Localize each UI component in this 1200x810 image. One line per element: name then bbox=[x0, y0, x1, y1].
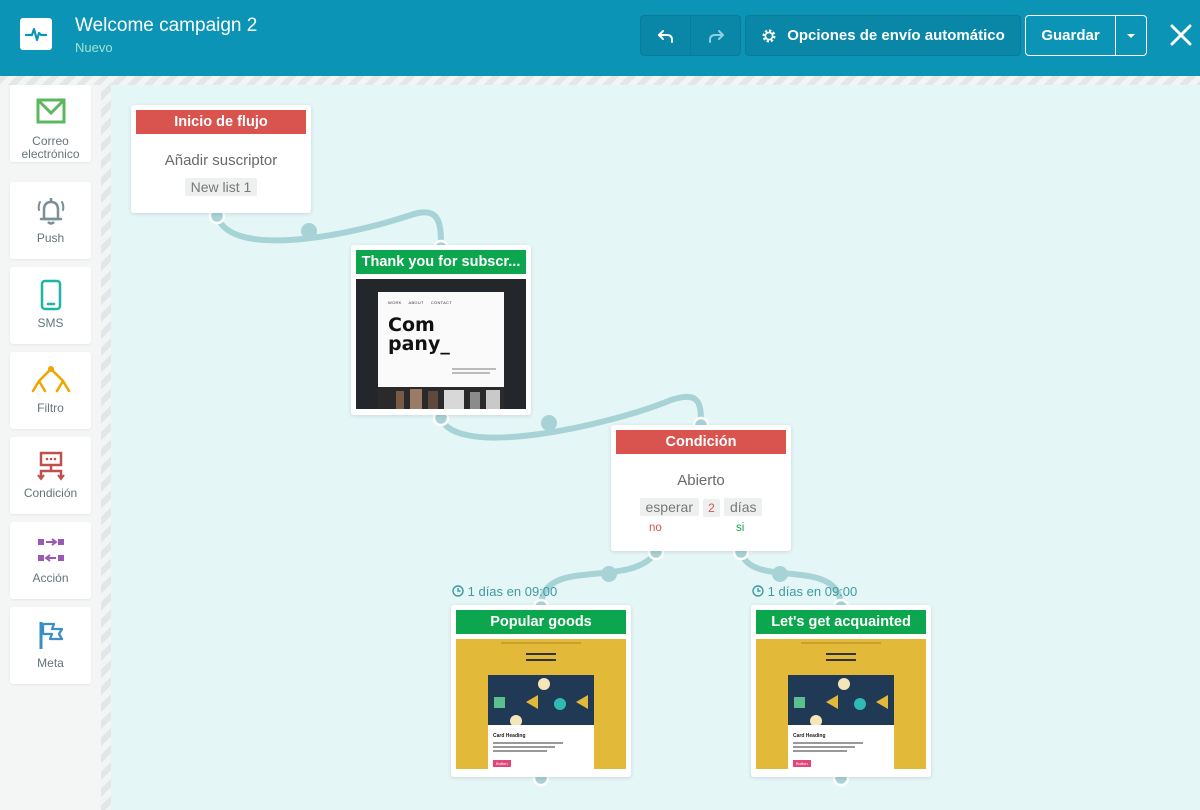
delay-label: 1 días en 09:00 bbox=[452, 584, 557, 599]
email-node[interactable]: Let's get acquainted Card Heading Button bbox=[751, 605, 931, 777]
connection-start-email1 bbox=[214, 209, 444, 251]
tool-label: Filtro bbox=[37, 401, 64, 415]
save-button[interactable]: Guardar bbox=[1025, 15, 1116, 56]
connection-midpoint bbox=[601, 566, 617, 582]
app-logo-icon[interactable] bbox=[20, 18, 52, 50]
list-badge: New list 1 bbox=[184, 178, 258, 196]
bell-icon bbox=[37, 198, 64, 225]
delay-text: 1 días en 09:00 bbox=[767, 584, 858, 599]
connection-midpoint bbox=[301, 223, 317, 239]
top-bar: Welcome campaign 2 Nuevo Opciones de env… bbox=[0, 0, 1200, 76]
node-title: Popular goods bbox=[456, 610, 626, 634]
tool-label: SMS bbox=[37, 316, 64, 330]
campaign-status: Nuevo bbox=[75, 40, 113, 55]
tool-filter[interactable]: Filtro bbox=[10, 352, 91, 429]
sidebar-divider bbox=[101, 76, 111, 810]
undo-redo-group bbox=[640, 15, 741, 56]
action-icon bbox=[37, 538, 64, 562]
tool-palette: Correo electrónico Push SMS Filtro Condi… bbox=[0, 85, 101, 810]
node-title: Condición bbox=[616, 430, 786, 454]
tool-label: Condición bbox=[23, 486, 78, 500]
thumb-button: Button bbox=[793, 760, 811, 767]
thumb-nav: ABOUT bbox=[408, 300, 424, 305]
email-node[interactable]: Popular goods Card Heading Button bbox=[451, 605, 631, 777]
tool-condition[interactable]: Condición bbox=[10, 437, 91, 514]
redo-button[interactable] bbox=[690, 16, 740, 55]
node-event: Añadir suscriptor bbox=[164, 152, 278, 169]
delay-label: 1 días en 09:00 bbox=[752, 584, 857, 599]
tool-email[interactable]: Correo electrónico bbox=[10, 85, 91, 162]
tool-action[interactable]: Acción bbox=[10, 522, 91, 599]
envelope-icon bbox=[36, 98, 65, 124]
campaign-title[interactable]: Welcome campaign 2 bbox=[75, 15, 257, 37]
undo-button[interactable] bbox=[641, 16, 690, 55]
email-thumbnail: WORK ABOUT CONTACT Com pany_ bbox=[356, 279, 526, 409]
clock-icon bbox=[452, 585, 464, 597]
tool-sms[interactable]: SMS bbox=[10, 267, 91, 344]
branch-yes-label: si bbox=[736, 522, 745, 534]
tool-label: Acción bbox=[32, 571, 69, 585]
undo-icon bbox=[657, 29, 673, 43]
redo-icon bbox=[708, 29, 724, 43]
tool-goal[interactable]: Meta bbox=[10, 607, 91, 684]
wait-label: esperar bbox=[639, 498, 699, 516]
tool-label: electrónico bbox=[21, 147, 80, 161]
thumb-card-heading: Card Heading bbox=[493, 733, 526, 739]
save-dropdown-button[interactable] bbox=[1116, 15, 1147, 56]
condition-node[interactable]: Condición Abierto esperar 2 días no si bbox=[611, 425, 791, 551]
thumb-card-heading: Card Heading bbox=[793, 733, 826, 739]
condition-icon bbox=[36, 451, 65, 481]
node-title: Let's get acquainted bbox=[756, 610, 926, 634]
tool-label: Meta bbox=[37, 656, 64, 670]
thumb-button: Button bbox=[493, 760, 511, 767]
flow-start-node[interactable]: Inicio de flujo Añadir suscriptor New li… bbox=[131, 105, 311, 213]
wait-unit: días bbox=[724, 498, 763, 516]
email-node[interactable]: Thank you for subscr... WORK ABOUT CONTA… bbox=[351, 245, 531, 415]
connection-midpoint bbox=[772, 566, 788, 582]
tool-push[interactable]: Push bbox=[10, 182, 91, 259]
auto-send-label: Opciones de envío automático bbox=[787, 27, 1005, 44]
thumb-logo: pany_ bbox=[388, 333, 450, 355]
clock-icon bbox=[752, 585, 764, 597]
phone-icon bbox=[40, 279, 61, 311]
thumb-nav: WORK bbox=[388, 300, 402, 305]
chevron-down-icon bbox=[1127, 33, 1135, 38]
branch-no-label: no bbox=[649, 522, 662, 534]
wait-value: 2 bbox=[703, 499, 720, 517]
tool-label: Push bbox=[36, 231, 65, 245]
flag-icon bbox=[39, 622, 63, 649]
close-icon bbox=[1170, 24, 1192, 46]
node-title: Thank you for subscr... bbox=[356, 250, 526, 274]
thumb-nav: CONTACT bbox=[430, 300, 452, 305]
auto-send-options-button[interactable]: Opciones de envío automático bbox=[745, 15, 1021, 56]
close-button[interactable] bbox=[1163, 17, 1199, 53]
delay-text: 1 días en 09:00 bbox=[467, 584, 558, 599]
filter-icon bbox=[31, 366, 70, 393]
email-thumbnail: Card Heading Button bbox=[456, 639, 626, 769]
flow-canvas[interactable]: Inicio de flujo Añadir suscriptor New li… bbox=[111, 85, 1200, 810]
header-divider bbox=[0, 76, 1200, 85]
connection-condition-no bbox=[538, 549, 659, 610]
node-title: Inicio de flujo bbox=[136, 110, 306, 134]
connection-midpoint bbox=[541, 415, 557, 431]
gear-icon bbox=[762, 29, 776, 42]
email-thumbnail: Card Heading Button bbox=[756, 639, 926, 769]
condition-event: Abierto bbox=[677, 472, 725, 489]
